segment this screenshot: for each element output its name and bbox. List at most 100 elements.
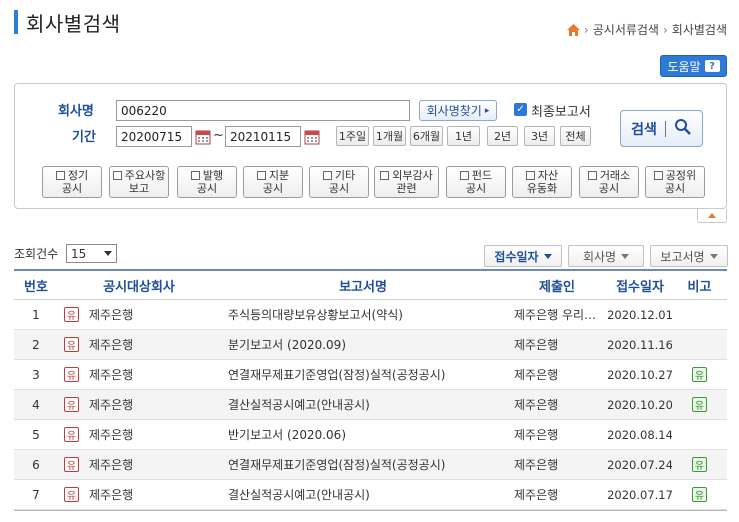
result-count-label: 조회건수: [14, 247, 59, 261]
kospi-note-icon: 유: [692, 487, 707, 502]
search-button[interactable]: 검색: [620, 110, 703, 147]
page-title: 회사별검색: [26, 12, 121, 36]
results-table: 번호 공시대상회사 보고서명 제출인 접수일자 비고 1 유 제주은행 주식등의대량보…: [14, 269, 727, 511]
chevron-right-icon: ›: [583, 22, 589, 37]
submitter: 제주은행: [514, 458, 559, 472]
type-exchange-button[interactable]: 거래소 공시: [579, 166, 639, 198]
row-number: 4: [32, 397, 40, 412]
type-asset-securitization-button[interactable]: 자산 유동화: [512, 166, 572, 198]
type-label: 공시: [196, 182, 218, 195]
type-issuance-button[interactable]: 발행 공시: [177, 166, 237, 198]
search-label: 검색: [631, 121, 657, 138]
calendar-icon[interactable]: [195, 129, 211, 145]
caret-up-icon: [708, 213, 716, 218]
row-number: 7: [32, 487, 40, 502]
sort-by-date-button[interactable]: 접수일자: [484, 245, 562, 267]
company-input[interactable]: 006220: [116, 100, 410, 121]
company-link[interactable]: 제주은행: [89, 366, 133, 383]
company-link[interactable]: 제주은행: [89, 456, 133, 473]
row-number: 1: [32, 307, 40, 322]
report-link[interactable]: 결산실적공시예고(안내공시): [220, 480, 506, 509]
period-1week-button[interactable]: 1주일: [336, 126, 369, 146]
table-row: 6 유 제주은행 연결재무제표기준영업(잠정)실적(공정공시) 제주은행 2020.07.…: [14, 450, 727, 480]
end-date-input[interactable]: 20210115: [225, 126, 301, 147]
date-range-separator: ~: [213, 128, 224, 143]
kospi-market-icon: 유: [64, 367, 79, 382]
report-link[interactable]: 결산실적공시예고(안내공시): [220, 390, 506, 419]
row-company-cell: 유 제주은행: [58, 480, 220, 509]
table-body: 1 유 제주은행 주식등의대량보유상황보고서(약식) 제주은행 우리… 2020.12.0…: [14, 300, 727, 510]
type-equity-button[interactable]: 지분 공시: [243, 166, 303, 198]
table-row: 2 유 제주은행 분기보고서 (2020.09) 제주은행 2020.11.16: [14, 330, 727, 360]
column-header-no: 번호: [24, 279, 48, 295]
period-1year-button[interactable]: 1년: [447, 126, 480, 146]
row-company-cell: 유 제주은행: [58, 450, 220, 479]
chevron-right-icon: ›: [662, 22, 668, 37]
report-link[interactable]: 주식등의대량보유상황보고서(약식): [220, 300, 506, 329]
receipt-date: 2020.10.27: [608, 367, 672, 382]
company-link[interactable]: 제주은행: [89, 426, 133, 443]
sort-by-report-button[interactable]: 보고서명: [650, 245, 728, 267]
report-link[interactable]: 연결재무제표기준영업(잠정)실적(공정공시): [220, 360, 506, 389]
period-6month-button[interactable]: 6개월: [410, 126, 443, 146]
type-label: 정기: [67, 169, 89, 182]
type-major-report-button[interactable]: 주요사항 보고: [109, 166, 169, 198]
company-link[interactable]: 제주은행: [89, 306, 133, 323]
home-icon[interactable]: [566, 23, 580, 36]
type-label: 발행: [202, 169, 224, 182]
type-label: 공시: [664, 182, 686, 195]
breadcrumb-item-company-search[interactable]: 회사별검색: [672, 21, 727, 38]
sort-by-company-button[interactable]: 회사명: [568, 245, 644, 267]
kospi-note-icon: 유: [692, 367, 707, 382]
company-link[interactable]: 제주은행: [89, 336, 133, 353]
type-label: 공정위: [665, 169, 697, 182]
type-label: 공시: [465, 182, 487, 195]
table-row: 1 유 제주은행 주식등의대량보유상황보고서(약식) 제주은행 우리… 2020.12.0…: [14, 300, 727, 330]
magnifier-icon: [674, 118, 692, 140]
type-label: 기타: [334, 169, 356, 182]
note-cell: [672, 420, 727, 449]
final-report-checkbox[interactable]: ✓: [514, 103, 527, 116]
period-3year-button[interactable]: 3년: [524, 126, 555, 146]
checkbox-icon: [525, 171, 535, 180]
receipt-date: 2020.10.20: [608, 397, 672, 412]
table-row: 3 유 제주은행 연결재무제표기준영업(잠정)실적(공정공시) 제주은행 2020.10.…: [14, 360, 727, 390]
note-cell: [672, 300, 727, 329]
type-other-button[interactable]: 기타 공시: [309, 166, 369, 198]
type-label: 관련: [396, 182, 417, 195]
result-count-select[interactable]: 15: [66, 244, 117, 263]
type-fund-button[interactable]: 펀드 공시: [446, 166, 506, 198]
note-cell: 유: [672, 360, 727, 389]
report-link[interactable]: 연결재무제표기준영업(잠정)실적(공정공시): [220, 450, 506, 479]
find-company-button[interactable]: 회사명찾기 ▸: [419, 100, 497, 121]
company-link[interactable]: 제주은행: [89, 396, 133, 413]
kospi-market-icon: 유: [64, 307, 79, 322]
breadcrumb: › 공시서류검색 › 회사별검색: [566, 21, 727, 38]
period-2year-button[interactable]: 2년: [487, 126, 518, 146]
row-number: 2: [32, 337, 40, 352]
help-button[interactable]: 도움말 ?: [660, 55, 727, 77]
period-1month-button[interactable]: 1개월: [373, 126, 406, 146]
checkbox-icon: [322, 171, 332, 180]
type-regular-button[interactable]: 정기 공시: [42, 166, 102, 198]
receipt-date: 2020.12.01: [608, 307, 672, 322]
table-bottom-border: [14, 510, 727, 511]
period-all-button[interactable]: 전체: [560, 126, 591, 146]
caret-down-icon: [543, 253, 552, 259]
type-label: 공시: [61, 182, 83, 195]
checkbox-icon: [653, 171, 663, 180]
submitter: 제주은행: [514, 488, 559, 502]
calendar-icon[interactable]: [304, 129, 320, 145]
type-external-audit-button[interactable]: 외부감사 관련: [374, 166, 439, 198]
collapse-toggle[interactable]: [697, 209, 727, 223]
type-ftc-button[interactable]: 공정위 공시: [645, 166, 705, 198]
report-link[interactable]: 반기보고서 (2020.06): [220, 420, 506, 449]
breadcrumb-item-disclosure-search[interactable]: 공시서류검색: [593, 21, 659, 38]
type-label: 보고: [128, 182, 150, 195]
checkbox-icon: [380, 171, 390, 180]
type-label: 공시: [328, 182, 350, 195]
start-date-input[interactable]: 20200715: [116, 126, 192, 147]
report-link[interactable]: 분기보고서 (2020.09): [220, 330, 506, 359]
company-link[interactable]: 제주은행: [89, 486, 133, 503]
column-header-submitter: 제출인: [539, 279, 575, 295]
